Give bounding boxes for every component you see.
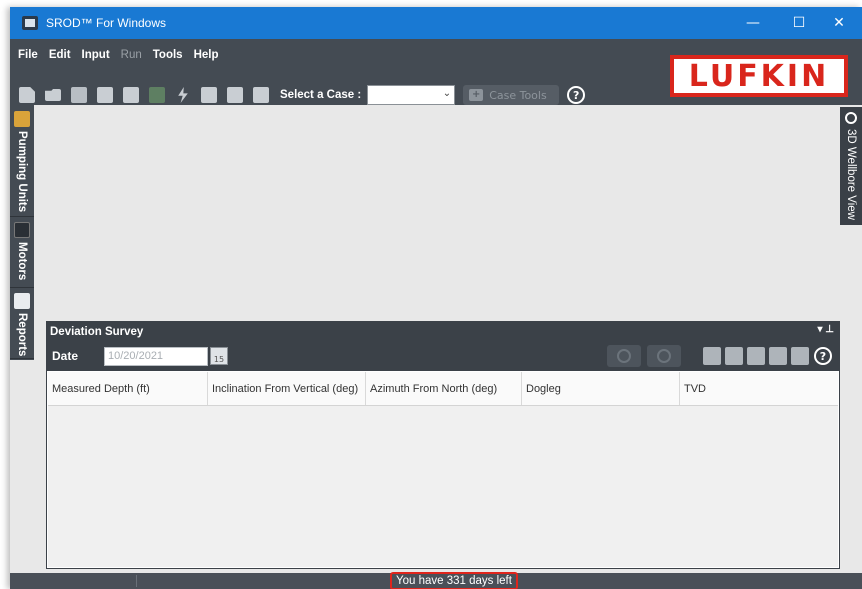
wellbore-icon: [845, 112, 857, 124]
main-toolbar: Select a Case : ⌄ + Case Tools ?: [16, 83, 586, 107]
tab-reports-label: Reports: [16, 313, 28, 357]
calculator-icon[interactable]: [146, 85, 168, 105]
link-button[interactable]: [647, 345, 681, 367]
panel-header: Deviation Survey ▾ ⊥: [46, 321, 840, 343]
select-case-label: Select a Case :: [280, 89, 362, 101]
date-label: Date: [52, 349, 79, 363]
minimize-button[interactable]: —: [730, 7, 776, 39]
calendar-icon[interactable]: 15: [210, 347, 228, 365]
link-icon: [657, 349, 671, 363]
menu-file[interactable]: File: [18, 49, 38, 61]
menu-run[interactable]: Run: [121, 49, 142, 61]
trial-days-notice: You have 331 days left: [390, 572, 518, 589]
case-tools-label: Case Tools: [489, 88, 547, 102]
column-inclination[interactable]: Inclination From Vertical (deg): [208, 372, 366, 405]
save-survey-icon[interactable]: [791, 347, 809, 365]
data-entry-icon[interactable]: [120, 85, 142, 105]
import-icon[interactable]: [703, 347, 721, 365]
panel-toolbar: Date 10/20/2021 15 ?: [46, 343, 840, 369]
tab-motors-label: Motors: [16, 242, 28, 281]
pump-jack-icon: [14, 111, 30, 127]
print-icon[interactable]: [769, 347, 787, 365]
chart-icon: [14, 293, 30, 309]
panel-title: Deviation Survey: [50, 326, 144, 338]
user-settings-icon[interactable]: [94, 85, 116, 105]
chevron-down-icon: ⌄: [442, 88, 452, 99]
menu-toolbar-area: File Edit Input Run Tools Help Select a …: [10, 39, 862, 105]
left-side-tabs: Pumping Units Motors Reports: [10, 105, 34, 360]
deviation-survey-panel: Deviation Survey ▾ ⊥ Date 10/20/2021 15 …: [46, 321, 840, 569]
column-azimuth[interactable]: Azimuth From North (deg): [366, 372, 522, 405]
compare-cases-icon[interactable]: [250, 85, 272, 105]
tab-reports[interactable]: Reports: [10, 289, 34, 359]
app-icon: [22, 16, 38, 30]
run-bolt-icon[interactable]: [172, 85, 194, 105]
column-measured-depth[interactable]: Measured Depth (ft): [48, 372, 208, 405]
motor-icon: [14, 222, 30, 238]
menu-edit[interactable]: Edit: [49, 49, 71, 61]
tab-pumping-units-label: Pumping Units: [16, 131, 28, 213]
pumping-unit-icon[interactable]: [198, 85, 220, 105]
app-window: SROD™ For Windows — ☐ ✕ File Edit Input …: [10, 7, 862, 589]
delete-rows-icon[interactable]: [747, 347, 765, 365]
deviation-grid[interactable]: Measured Depth (ft) Inclination From Ver…: [47, 371, 839, 568]
help-icon[interactable]: ?: [567, 86, 586, 104]
status-bar: You have 331 days left: [10, 572, 862, 589]
window-title: SROD™ For Windows: [46, 16, 167, 30]
grid-header: Measured Depth (ft) Inclination From Ver…: [48, 372, 838, 406]
tab-3d-wellbore-view[interactable]: 3D Wellbore View: [840, 107, 862, 225]
panel-pin-icon[interactable]: ▾ ⊥: [817, 324, 834, 335]
open-folder-icon[interactable]: [42, 85, 64, 105]
palette-button[interactable]: [607, 345, 641, 367]
title-bar: SROD™ For Windows — ☐ ✕: [10, 7, 862, 39]
new-file-icon[interactable]: [16, 85, 38, 105]
menu-bar: File Edit Input Run Tools Help: [18, 49, 230, 61]
status-separator: [136, 575, 137, 587]
motor-icon[interactable]: [224, 85, 246, 105]
menu-input[interactable]: Input: [82, 49, 110, 61]
case-tools-button[interactable]: + Case Tools: [463, 85, 560, 105]
case-select-dropdown[interactable]: ⌄: [367, 85, 456, 105]
save-icon[interactable]: [68, 85, 90, 105]
close-button[interactable]: ✕: [816, 7, 862, 39]
date-input[interactable]: 10/20/2021: [104, 346, 208, 366]
panel-help-icon[interactable]: ?: [814, 347, 832, 365]
tab-3d-wellbore-label: 3D Wellbore View: [845, 129, 857, 220]
lufkin-logo: LUFKIN: [670, 55, 848, 97]
palette-icon: [617, 349, 631, 363]
add-case-icon: +: [469, 89, 484, 101]
tab-pumping-units[interactable]: Pumping Units: [10, 107, 34, 217]
column-dogleg[interactable]: Dogleg: [522, 372, 680, 405]
menu-tools[interactable]: Tools: [153, 49, 183, 61]
menu-help[interactable]: Help: [194, 49, 219, 61]
export-icon[interactable]: [725, 347, 743, 365]
tab-motors[interactable]: Motors: [10, 218, 34, 288]
column-tvd[interactable]: TVD: [680, 372, 838, 405]
panel-tools: ?: [601, 345, 832, 367]
logo-text: LUFKIN: [688, 58, 830, 94]
